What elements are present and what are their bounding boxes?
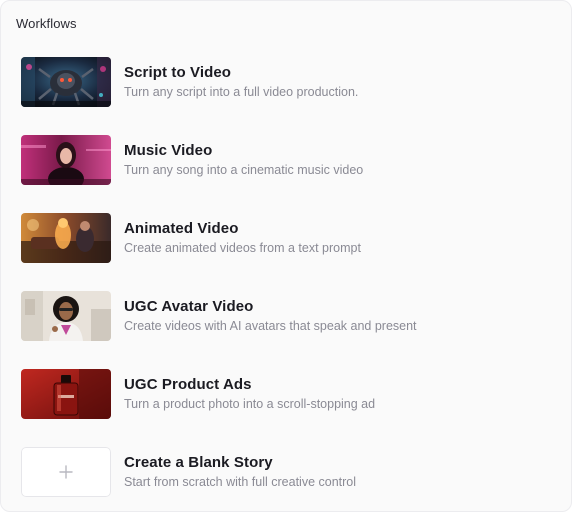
workflow-ugc-product-ads[interactable]: UGC Product Ads Turn a product photo int… [21, 368, 541, 420]
workflow-create-blank-story[interactable]: Create a Blank Story Start from scratch … [21, 446, 541, 498]
workflow-description: Turn a product photo into a scroll-stopp… [124, 396, 376, 411]
section-title: Workflows [16, 16, 77, 31]
workflow-script-to-video[interactable]: Script to Video Turn any script into a f… [21, 56, 541, 108]
workflow-description: Start from scratch with full creative co… [124, 474, 357, 489]
animated-characters-image [21, 213, 111, 263]
workflow-music-video[interactable]: Music Video Turn any song into a cinemat… [21, 134, 541, 186]
workflow-title: Script to Video [124, 63, 232, 81]
workflow-title: Animated Video [124, 219, 239, 237]
workflow-animated-video[interactable]: Animated Video Create animated videos fr… [21, 212, 541, 264]
workflow-description: Create videos with AI avatars that speak… [124, 318, 417, 333]
workflow-ugc-avatar-video[interactable]: UGC Avatar Video Create videos with AI a… [21, 290, 541, 342]
workflow-title: Music Video [124, 141, 213, 159]
perfume-bottle-image [21, 369, 111, 419]
workflow-description: Create animated videos from a text promp… [124, 240, 361, 255]
workflows-panel: Workflows Script to Video Turn any scrip… [0, 0, 572, 512]
plus-icon [59, 465, 73, 479]
avatar-woman-image [21, 291, 111, 341]
singer-pink-image [21, 135, 111, 185]
workflow-title: UGC Product Ads [124, 375, 252, 393]
workflow-title: Create a Blank Story [124, 453, 273, 471]
workflow-title: UGC Avatar Video [124, 297, 254, 315]
blank-thumbnail [21, 447, 111, 497]
workflow-description: Turn any script into a full video produc… [124, 84, 359, 99]
workflow-description: Turn any song into a cinematic music vid… [124, 162, 364, 177]
sci-fi-robot-image [21, 57, 111, 107]
